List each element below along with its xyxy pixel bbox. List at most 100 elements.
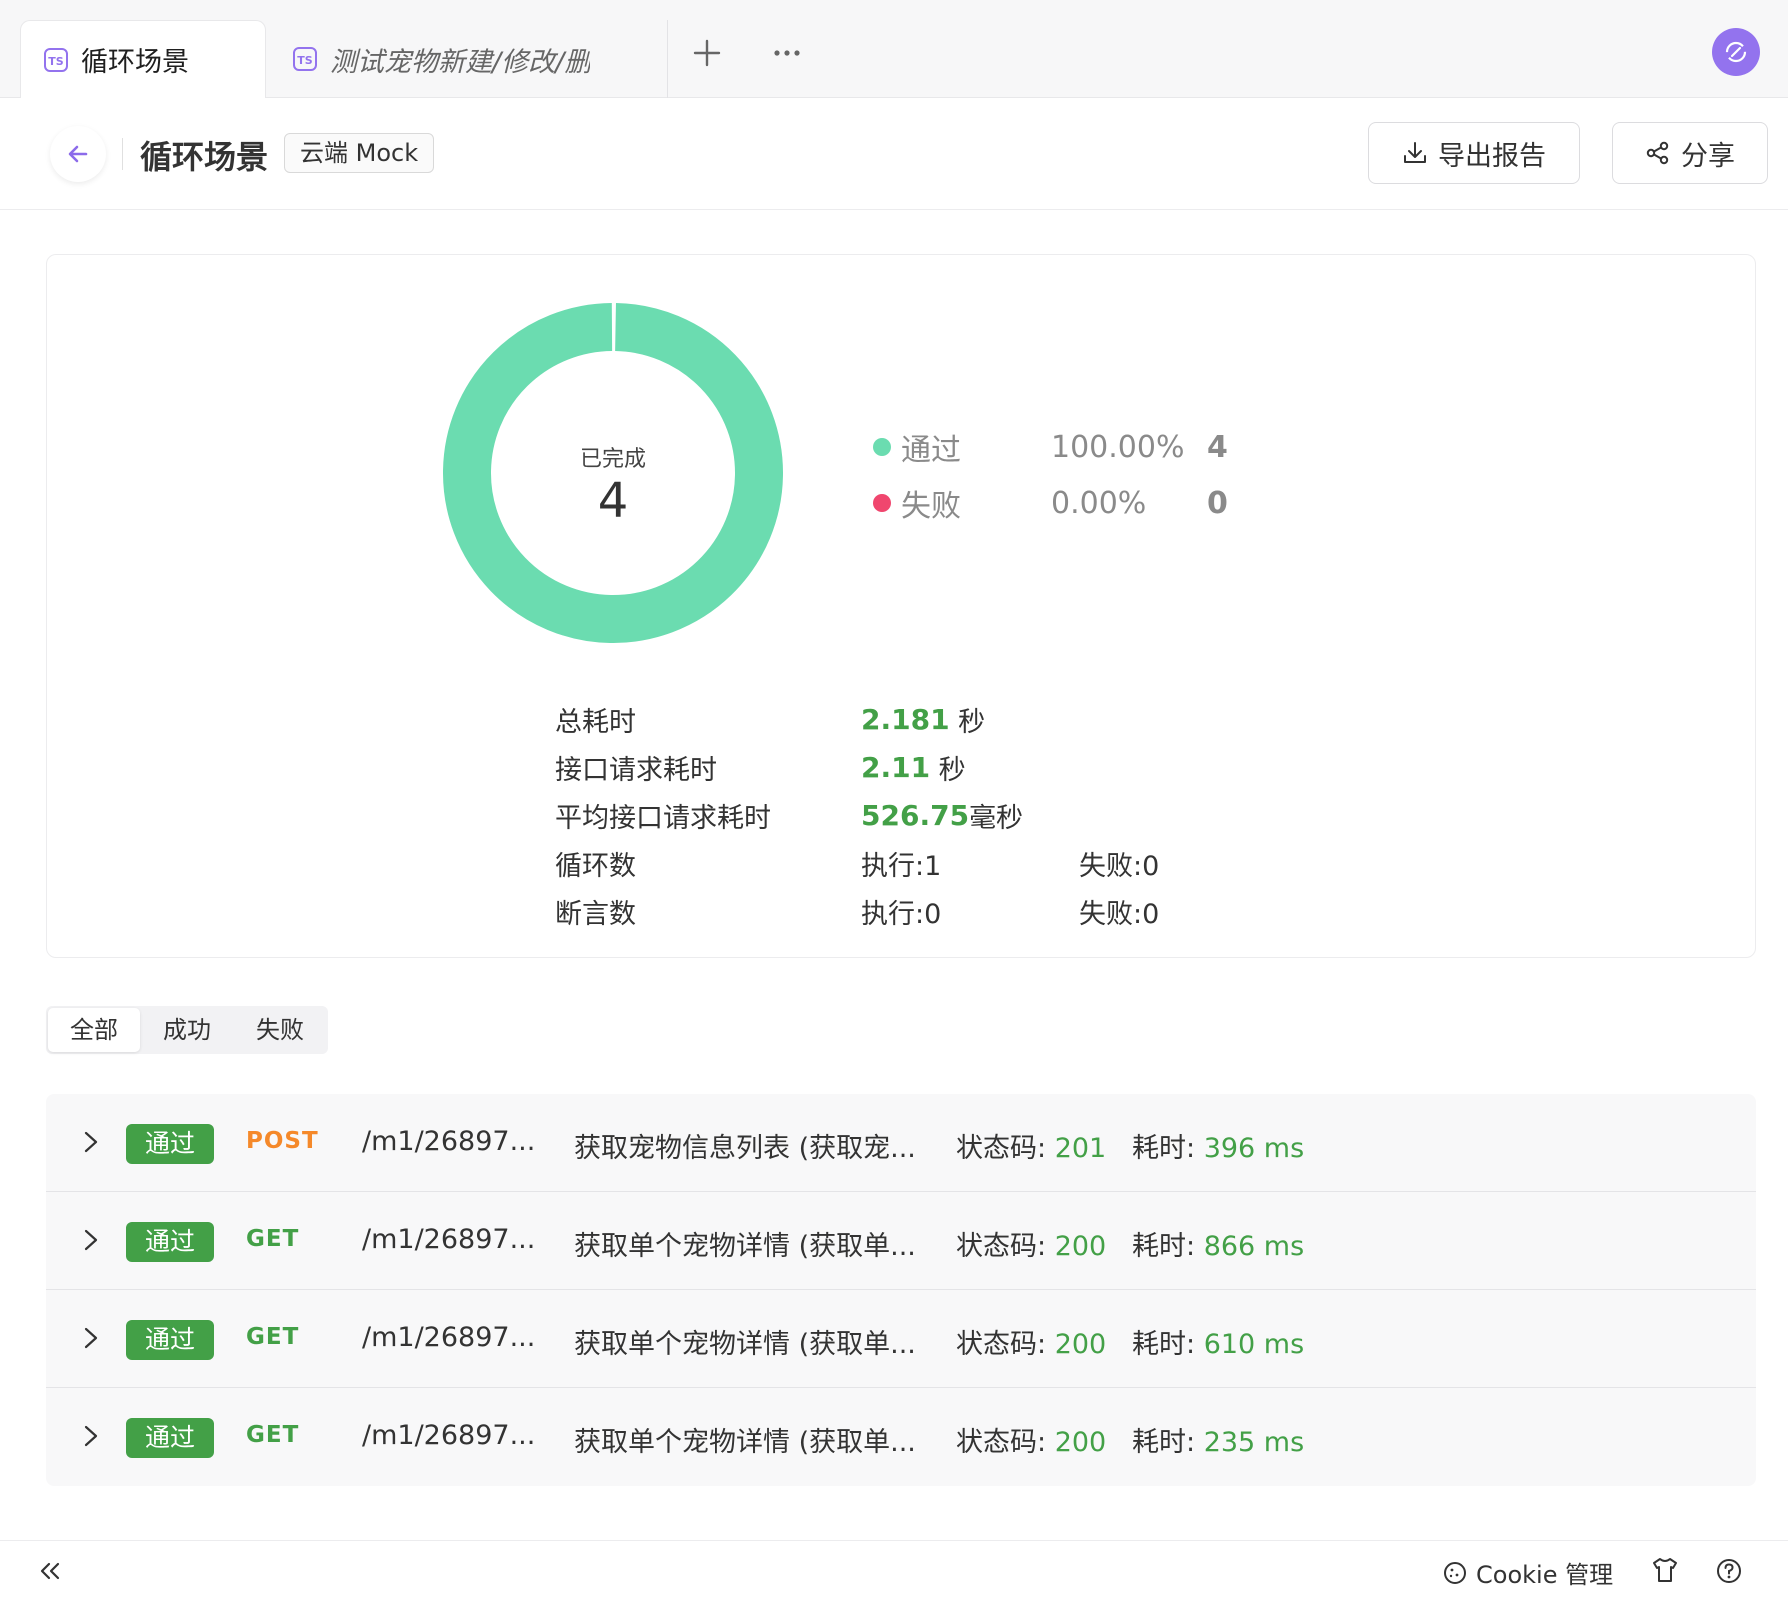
stat-label: 平均接口请求耗时 bbox=[555, 802, 771, 834]
legend-fail: 失败 0.00% 0 bbox=[873, 481, 1228, 525]
collapse-sidebar-icon[interactable] bbox=[36, 1557, 64, 1585]
svg-text:TS: TS bbox=[48, 55, 64, 68]
legend-count: 4 bbox=[1207, 429, 1228, 465]
stat-value: 2.181 bbox=[861, 702, 950, 736]
legend-name: 失败 bbox=[901, 489, 961, 524]
http-method: GET bbox=[246, 1226, 300, 1252]
stat-value: 526.75 bbox=[861, 798, 970, 832]
status-code-label: 状态码: bbox=[956, 1231, 1055, 1262]
elapsed-label: 耗时: bbox=[1132, 1329, 1204, 1360]
share-icon bbox=[1646, 141, 1669, 165]
back-button[interactable] bbox=[50, 126, 106, 182]
stat-unit: 秒 bbox=[949, 706, 986, 738]
status-badge: 通过 bbox=[126, 1222, 214, 1262]
tab-bar: TS 循环场景 TS 测试宠物新建/修改/删 bbox=[0, 0, 1788, 98]
status-bar: Cookie 管理 bbox=[0, 1540, 1788, 1602]
theme-shirt-icon[interactable] bbox=[1650, 1555, 1680, 1585]
arrow-left-icon bbox=[68, 145, 88, 163]
stat-value: 2.11 bbox=[861, 750, 931, 784]
donut-label: 已完成 bbox=[579, 447, 646, 472]
status-code: 状态码: 200 bbox=[956, 1322, 1106, 1361]
api-name: 获取宠物信息列表 (获取宠... bbox=[574, 1133, 916, 1164]
stat-fail: 失败:0 bbox=[1079, 898, 1160, 930]
fail-dot-icon bbox=[873, 494, 891, 512]
status-code: 状态码: 201 bbox=[956, 1126, 1106, 1165]
result-row[interactable]: 通过 GET /m1/26897... 获取单个宠物详情 (获取单... 状态码… bbox=[46, 1192, 1756, 1290]
legend-count: 0 bbox=[1207, 485, 1228, 521]
cookie-label: Cookie 管理 bbox=[1476, 1561, 1614, 1589]
elapsed-time: 耗时: 235 ms bbox=[1132, 1420, 1304, 1459]
elapsed-value: 610 ms bbox=[1203, 1329, 1305, 1360]
chevron-right-icon[interactable] bbox=[80, 1128, 102, 1156]
request-path: /m1/26897... bbox=[362, 1224, 536, 1255]
filter-all[interactable]: 全部 bbox=[48, 1008, 140, 1052]
status-code: 状态码: 200 bbox=[956, 1420, 1106, 1459]
export-label: 导出报告 bbox=[1438, 140, 1546, 172]
divider bbox=[122, 138, 123, 170]
api-name: 获取单个宠物详情 (获取单... bbox=[574, 1427, 916, 1458]
add-tab-icon[interactable] bbox=[690, 36, 724, 70]
status-badge: 通过 bbox=[126, 1124, 214, 1164]
cookie-manager-button[interactable]: Cookie 管理 bbox=[1442, 1555, 1613, 1590]
export-report-button[interactable]: 导出报告 bbox=[1368, 122, 1580, 184]
elapsed-time: 耗时: 866 ms bbox=[1132, 1224, 1304, 1263]
chevron-right-icon[interactable] bbox=[80, 1422, 102, 1450]
legend-pass: 通过 100.00% 4 bbox=[873, 425, 1228, 469]
tab-label: 循环场景 bbox=[81, 47, 189, 78]
request-path: /m1/26897... bbox=[362, 1322, 536, 1353]
filter-fail[interactable]: 失败 bbox=[234, 1008, 326, 1052]
api-name: 获取单个宠物详情 (获取单... bbox=[574, 1231, 916, 1262]
stat-label: 断言数 bbox=[555, 898, 636, 930]
status-code-value: 200 bbox=[1054, 1427, 1107, 1458]
result-row[interactable]: 通过 GET /m1/26897... 获取单个宠物详情 (获取单... 状态码… bbox=[46, 1388, 1756, 1486]
donut-value: 4 bbox=[597, 473, 629, 529]
request-path: /m1/26897... bbox=[362, 1420, 536, 1451]
result-list: 通过 POST /m1/26897... 获取宠物信息列表 (获取宠... 状态… bbox=[46, 1094, 1756, 1486]
chevron-right-icon[interactable] bbox=[80, 1226, 102, 1254]
page-title: 循环场景 bbox=[140, 138, 269, 176]
stat-total-time: 总耗时 2.181 秒 bbox=[555, 699, 985, 739]
stat-unit: 秒 bbox=[930, 754, 966, 786]
status-code-value: 201 bbox=[1054, 1133, 1107, 1164]
elapsed-label: 耗时: bbox=[1132, 1231, 1204, 1262]
svg-text:TS: TS bbox=[297, 54, 313, 67]
tab-pet-test[interactable]: TS 测试宠物新建/修改/删 bbox=[288, 20, 668, 98]
status-code-label: 状态码: bbox=[956, 1427, 1055, 1458]
share-button[interactable]: 分享 bbox=[1612, 122, 1768, 184]
stat-fail: 失败:0 bbox=[1079, 850, 1160, 882]
chevron-right-icon[interactable] bbox=[80, 1324, 102, 1352]
stat-loops: 循环数 执行:1 失败:0 bbox=[555, 843, 1159, 883]
api-name: 获取单个宠物详情 (获取单... bbox=[574, 1329, 916, 1360]
status-code-value: 200 bbox=[1054, 1329, 1107, 1360]
status-badge: 通过 bbox=[126, 1418, 214, 1458]
tab-loop-scenario[interactable]: TS 循环场景 bbox=[20, 20, 266, 98]
more-tabs-icon[interactable] bbox=[770, 36, 804, 70]
env-tag: 云端 Mock bbox=[284, 133, 435, 173]
stat-label: 循环数 bbox=[555, 850, 636, 882]
stat-asserts: 断言数 执行:0 失败:0 bbox=[555, 891, 1159, 931]
result-row[interactable]: 通过 GET /m1/26897... 获取单个宠物详情 (获取单... 状态码… bbox=[46, 1290, 1756, 1388]
request-path: /m1/26897... bbox=[362, 1126, 536, 1157]
cookie-icon bbox=[1444, 1561, 1466, 1584]
stat-label: 总耗时 bbox=[555, 706, 636, 738]
elapsed-value: 866 ms bbox=[1203, 1231, 1305, 1262]
status-code-label: 状态码: bbox=[956, 1329, 1055, 1360]
status-code: 状态码: 200 bbox=[956, 1224, 1106, 1263]
help-icon[interactable] bbox=[1714, 1556, 1744, 1586]
http-method: GET bbox=[246, 1422, 300, 1448]
elapsed-value: 235 ms bbox=[1203, 1427, 1305, 1458]
elapsed-label: 耗时: bbox=[1132, 1133, 1204, 1164]
summary-card: 已完成 4 通过 100.00% 4 失败 0.00% 0 总耗时 2.181 … bbox=[46, 254, 1756, 958]
sync-button[interactable] bbox=[1712, 28, 1760, 76]
share-label: 分享 bbox=[1681, 140, 1735, 172]
stat-request-time: 接口请求耗时 2.11 秒 bbox=[555, 747, 966, 787]
stat-exec: 执行:0 bbox=[861, 898, 942, 930]
elapsed-label: 耗时: bbox=[1132, 1427, 1204, 1458]
filter-success[interactable]: 成功 bbox=[141, 1008, 233, 1052]
pass-dot-icon bbox=[873, 438, 891, 456]
status-code-label: 状态码: bbox=[956, 1133, 1055, 1164]
legend-pct: 0.00% bbox=[1051, 485, 1147, 521]
result-row[interactable]: 通过 POST /m1/26897... 获取宠物信息列表 (获取宠... 状态… bbox=[46, 1094, 1756, 1192]
elapsed-time: 耗时: 610 ms bbox=[1132, 1322, 1304, 1361]
legend-name: 通过 bbox=[901, 433, 961, 468]
